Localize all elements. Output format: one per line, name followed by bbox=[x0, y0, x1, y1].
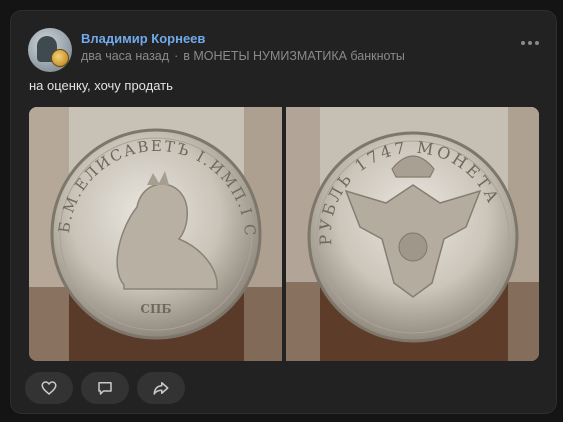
coin-obverse-image: Б.М.ЕЛИСАВЕТЪ І.ИМП.І САМОД.ВСЕРОС СПБ bbox=[29, 107, 282, 361]
post-text: на оценку, хочу продать bbox=[29, 78, 173, 93]
meta-separator: · bbox=[174, 49, 179, 63]
share-icon bbox=[153, 382, 169, 395]
heart-icon bbox=[41, 381, 57, 395]
post-actions bbox=[25, 372, 185, 404]
more-dots-icon[interactable] bbox=[521, 41, 539, 45]
like-button[interactable] bbox=[25, 372, 73, 404]
photo-grid: Б.М.ЕЛИСАВЕТЪ І.ИМП.І САМОД.ВСЕРОС СПБ bbox=[29, 107, 539, 361]
post-card: Владимир Корнеев два часа назад · в МОНЕТЫ… bbox=[10, 10, 557, 414]
share-button[interactable] bbox=[137, 372, 185, 404]
post-meta: два часа назад · в МОНЕТЫ НУМИЗМАТИКА банк… bbox=[81, 49, 405, 63]
author-name[interactable]: Владимир Корнеев bbox=[81, 31, 205, 46]
obverse-mint: СПБ bbox=[140, 302, 171, 316]
comment-icon bbox=[98, 382, 112, 395]
avatar[interactable] bbox=[28, 28, 72, 72]
community-link[interactable]: в МОНЕТЫ НУМИЗМАТИКА банкноты bbox=[183, 49, 405, 63]
post-time[interactable]: два часа назад bbox=[81, 49, 169, 63]
photo-reverse[interactable]: РУБЛЬ 1747 МОНЕТА bbox=[286, 107, 539, 361]
photo-obverse[interactable]: Б.М.ЕЛИСАВЕТЪ І.ИМП.І САМОД.ВСЕРОС СПБ bbox=[29, 107, 282, 361]
avatar-gold-coin bbox=[51, 49, 69, 67]
comment-button[interactable] bbox=[81, 372, 129, 404]
coin-reverse-image: РУБЛЬ 1747 МОНЕТА bbox=[286, 107, 539, 361]
